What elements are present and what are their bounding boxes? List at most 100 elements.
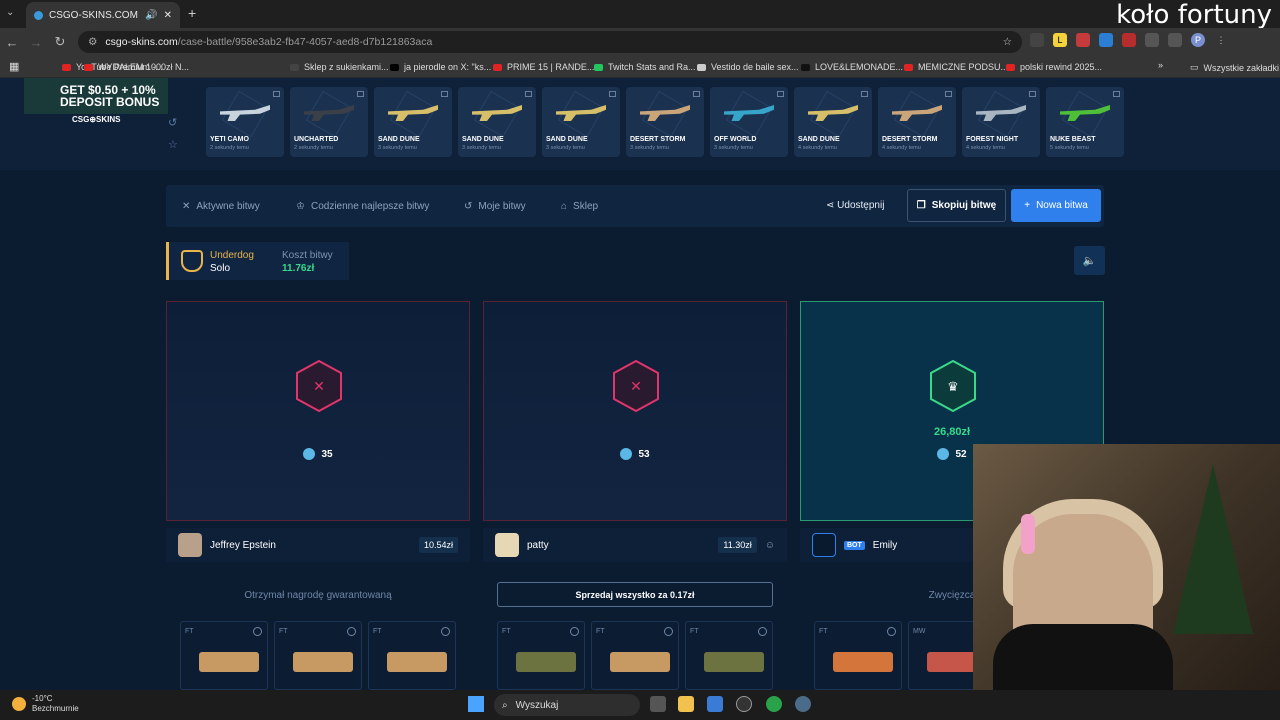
sound-toggle-button[interactable]: 🔈 xyxy=(1074,246,1105,275)
windows-start-icon[interactable] xyxy=(468,696,484,712)
task-view-icon[interactable] xyxy=(650,696,666,712)
taskbar-search[interactable]: ⌕ Wyszukaj xyxy=(494,694,640,716)
extension-icon[interactable] xyxy=(1099,33,1113,47)
won-item-card[interactable]: FT xyxy=(497,621,585,690)
copy-label: Skopiuj bitwę xyxy=(931,200,997,211)
site-logo[interactable]: CSG⊕SKINS xyxy=(72,115,121,124)
avatar xyxy=(495,533,519,557)
live-drop-card[interactable]: YETI CAMO 2 sekundy temu xyxy=(206,87,284,157)
weapon-image xyxy=(199,652,259,672)
media-icon[interactable] xyxy=(1168,33,1182,47)
bookmark-item[interactable]: PRIME 15 | RANDE... xyxy=(493,62,594,72)
speaker-icon[interactable]: 🔊 xyxy=(145,10,157,21)
close-icon[interactable]: ✕ xyxy=(164,10,172,21)
bookmark-item[interactable]: MEMICZNE PODSU... xyxy=(904,62,1008,72)
tab-search-icon[interactable]: ⌄ xyxy=(6,7,14,18)
bookmark-item[interactable]: Twitch Stats and Ra... xyxy=(594,62,696,72)
select-check-icon[interactable] xyxy=(253,627,262,636)
extension-icon[interactable] xyxy=(1122,33,1136,47)
share-button[interactable]: ⋖ Udostępnij xyxy=(826,200,884,211)
settings-icon[interactable] xyxy=(795,696,811,712)
nav-daily-best[interactable]: ♔ Codzienne najlepsze bitwy xyxy=(296,201,429,212)
exterior-label: FT xyxy=(279,628,288,635)
player-row-2[interactable]: patty 11.30zł ☺ xyxy=(483,528,787,562)
steam-icon[interactable] xyxy=(736,696,752,712)
won-item-card[interactable]: FT xyxy=(591,621,679,690)
bot-badge: BOT xyxy=(844,540,865,550)
bookmark-item[interactable]: Sklep z sukienkami... xyxy=(290,62,389,72)
extension-icon[interactable]: L xyxy=(1053,33,1067,47)
profile-avatar[interactable]: P xyxy=(1191,33,1205,47)
bookmark-item[interactable]: LOVE&LEMONADE... xyxy=(801,62,903,72)
bookmark-item[interactable]: Vestido de baile sex... xyxy=(697,62,799,72)
file-explorer-icon[interactable] xyxy=(678,696,694,712)
browser-tab[interactable]: CSGO-SKINS.COM - Najlep 🔊 ✕ xyxy=(26,2,180,28)
weather-widget[interactable]: -10°C Bezchmurnie xyxy=(12,694,79,714)
bookmark-favicon-icon xyxy=(697,63,706,71)
won-item-card[interactable]: FT xyxy=(180,621,268,690)
sell-all-button[interactable]: Sprzedaj wszystko za 0.17zł xyxy=(497,582,773,607)
select-check-icon[interactable] xyxy=(441,627,450,636)
live-drop-card[interactable]: SAND DUNE 4 sekundy temu xyxy=(794,87,872,157)
drop-time: 5 sekundy temu xyxy=(1050,145,1089,151)
bookmark-label: WYDAŁEM 1000zł N... xyxy=(98,62,190,72)
site-info-icon[interactable]: ⚙ xyxy=(88,36,97,48)
live-drop-card[interactable]: FOREST NIGHT 4 sekundy temu xyxy=(962,87,1040,157)
reload-icon[interactable]: ↻ xyxy=(48,34,72,50)
puzzle-icon[interactable] xyxy=(1145,33,1159,47)
all-bookmarks[interactable]: ▭ Wszystkie zakładki xyxy=(1190,62,1279,73)
copy-battle-button[interactable]: ❐ Skopiuj bitwę xyxy=(907,189,1006,222)
bookmark-star-icon[interactable]: ☆ xyxy=(1003,36,1012,48)
live-drop-card[interactable]: SAND DUNE 3 sekundy temu xyxy=(458,87,536,157)
select-check-icon[interactable] xyxy=(570,627,579,636)
select-check-icon[interactable] xyxy=(887,627,896,636)
live-drop-card[interactable]: OFF WORLD 3 sekundy temu xyxy=(710,87,788,157)
select-check-icon[interactable] xyxy=(664,627,673,636)
player-name: Jeffrey Epstein xyxy=(210,539,276,551)
live-drop-card[interactable]: UNCHARTED 2 sekundy temu xyxy=(290,87,368,157)
nav-shop[interactable]: ⌂ Sklep xyxy=(561,201,598,212)
url-path: /case-battle/958e3ab2-fb47-4057-aed8-d7b… xyxy=(177,36,433,48)
menu-icon[interactable]: ⋮ xyxy=(1214,33,1228,47)
coin-icon xyxy=(937,448,950,460)
live-drop-card[interactable]: DESERT STORM 3 sekundy temu xyxy=(626,87,704,157)
address-bar[interactable]: ⚙ csgo-skins.com/case-battle/958e3ab2-fb… xyxy=(78,31,1022,53)
won-item-card[interactable]: FT xyxy=(814,621,902,690)
won-item-card[interactable]: FT xyxy=(685,621,773,690)
new-tab-icon[interactable]: + xyxy=(188,5,196,21)
store-icon[interactable] xyxy=(707,696,723,712)
star-icon[interactable]: ☆ xyxy=(168,138,178,151)
live-drop-card[interactable]: SAND DUNE 3 sekundy temu xyxy=(374,87,452,157)
emoji-icon[interactable]: ☺ xyxy=(765,540,775,551)
guaranteed-prize-message: Otrzymał nagrodę gwarantowaną xyxy=(244,590,392,601)
deposit-bonus-banner[interactable]: GET $0.50 + 10% DEPOSIT BONUS xyxy=(24,78,168,114)
back-icon[interactable]: ← xyxy=(0,35,24,50)
won-item-card[interactable]: FT xyxy=(368,621,456,690)
bookmark-item[interactable]: ja pierodle on X: "ks... xyxy=(390,62,491,72)
bookmark-item[interactable]: WYDAŁEM 1000zł N... xyxy=(84,62,189,72)
share-icon: ⋖ xyxy=(826,200,838,211)
live-drop-card[interactable]: NUKE BEAST 5 sekundy temu xyxy=(1046,87,1124,157)
new-battle-button[interactable]: + Nowa bitwa xyxy=(1011,189,1101,222)
live-drop-card[interactable]: SAND DUNE 3 sekundy temu xyxy=(542,87,620,157)
case-icon xyxy=(1029,91,1036,97)
won-item-card[interactable]: FT xyxy=(274,621,362,690)
nav-active-battles[interactable]: ✕ Aktywne bitwy xyxy=(182,201,260,212)
select-check-icon[interactable] xyxy=(758,627,767,636)
refresh-icon[interactable]: ↺ xyxy=(168,116,177,129)
extension-icon[interactable] xyxy=(1076,33,1090,47)
select-check-icon[interactable] xyxy=(347,627,356,636)
forward-icon[interactable]: → xyxy=(24,35,48,50)
search-icon: ⌕ xyxy=(502,699,508,711)
apps-icon[interactable]: ▦ xyxy=(9,60,19,73)
chrome-icon[interactable] xyxy=(766,696,782,712)
extension-icon[interactable] xyxy=(1030,33,1044,47)
live-drop-card[interactable]: DESERT STORM 4 sekundy temu xyxy=(878,87,956,157)
extensions-row: L P ⋮ xyxy=(1030,33,1228,47)
nav-my-battles[interactable]: ↺ Moje bitwy xyxy=(464,201,526,212)
player-row-1[interactable]: Jeffrey Epstein 10.54zł xyxy=(166,528,470,562)
more-bookmarks-icon[interactable]: » xyxy=(1158,60,1163,70)
bookmark-label: polski rewind 2025... xyxy=(1020,62,1103,72)
tab-strip: ⌄ CSGO-SKINS.COM - Najlep 🔊 ✕ + koło for… xyxy=(0,0,1280,30)
bookmark-item[interactable]: polski rewind 2025... xyxy=(1006,62,1102,72)
